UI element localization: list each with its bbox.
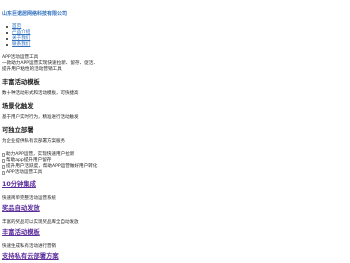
image-item: APP活动运营工具 [2,170,97,176]
section-desc: 丰富的奖品可以实现奖品库全自动发放 [2,220,79,225]
feature-deploy: 可独立部署 为企业提供私有云部署方案服务 [2,127,302,145]
feature-trigger: 场景化触发 基于用户实时行为，精准进行活动触发 [2,103,302,121]
section-heading-link[interactable]: 10分钟集成 [2,181,302,189]
section-desc: 快速生成私有活动进行营销 [2,244,56,249]
intro-line: 提升用户粘性的活动营销工具 [2,67,62,72]
nav-link-about[interactable]: 关于我们 [12,36,30,41]
section-desc: 基于用户实时行为，精准进行活动触发 [2,115,79,120]
nav-link-home[interactable]: 首页 [12,24,21,29]
feature-rewards: 奖品自动发放 丰富的奖品可以实现奖品库全自动发放 [2,205,302,226]
section-desc: 快速简单完整活动运营系统 [2,196,56,201]
nav-item-contact: 联系我们 [6,42,30,48]
section-heading: 场景化触发 [2,103,34,110]
page: 山东巨诺居网络科技有限公司 首页 产品介绍 关于我们 联系我们 APP活动运营工… [0,0,350,263]
main-nav: 首页 产品介绍 关于我们 联系我们 [6,24,30,48]
image-alt-text: APP活动运营工具 [6,170,43,175]
feature-integration: 10分钟集成 快速简单完整活动运营系统 [2,181,302,202]
section-heading: 可独立部署 [2,127,34,134]
feature-templates: 丰富活动模板 数十种活动形式和活动模板，可快捷高 [2,79,302,97]
section-heading-link[interactable]: 奖品自动发放 [2,205,302,213]
broken-image-icon [2,171,5,175]
image-list: 助力APP运营，实现快速用户拉新 帮助app提升用户留存 提升用户活跃度，帮助A… [2,152,97,176]
header: 山东巨诺居网络科技有限公司 [2,11,67,18]
section-heading: 丰富活动模板 [2,79,40,86]
feature-templates-2: 丰富活动模板 快速生成私有活动进行营销 [2,229,302,250]
feature-private-cloud: 支持私有云部署方案 [2,253,302,261]
intro: APP活动运营工具 一款助力APP运营实现快速拉新、留存、促活、 提升用户粘性的… [2,55,202,73]
company-name: 山东巨诺居网络科技有限公司 [2,11,68,17]
section-heading-link[interactable]: 支持私有云部署方案 [2,253,302,261]
section-heading-link[interactable]: 丰富活动模板 [2,229,302,237]
section-desc: 数十种活动形式和活动模板，可快捷高 [2,91,79,96]
nav-link-contact[interactable]: 联系我们 [12,42,30,47]
section-desc: 为企业提供私有云部署方案服务 [2,139,65,144]
broken-image-icon [2,159,5,163]
nav-link-products[interactable]: 产品介绍 [12,30,30,35]
broken-image-icon [2,165,5,169]
broken-image-icon [2,153,5,157]
